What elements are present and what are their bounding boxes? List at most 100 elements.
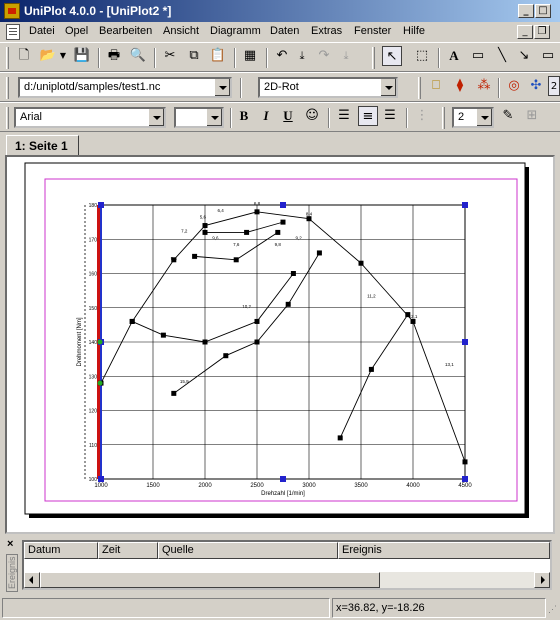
- arrow-tool-icon[interactable]: ↘: [514, 46, 534, 66]
- copy-icon[interactable]: ⧉: [184, 46, 204, 66]
- data-marker: [202, 229, 208, 235]
- redo-dropdown-icon[interactable]: ⤓: [336, 46, 356, 66]
- data-points-icon[interactable]: ⁂: [474, 76, 494, 96]
- menu-diagramm[interactable]: Diagramm: [210, 25, 261, 37]
- resize-handle[interactable]: [98, 476, 104, 482]
- mdi-minimize-button[interactable]: _: [517, 25, 533, 39]
- line-tool-icon[interactable]: ╲: [492, 46, 512, 66]
- page-number-button[interactable]: 2: [548, 76, 560, 96]
- file-path-combo[interactable]: d:/uniplotd/samples/test1.nc: [18, 77, 232, 98]
- column-header-ereignis[interactable]: Ereignis: [338, 542, 550, 559]
- font-size-combo[interactable]: [174, 107, 224, 128]
- x-tick-label: 2500: [250, 483, 264, 489]
- chevron-down-icon[interactable]: [214, 79, 230, 96]
- underline-button[interactable]: U: [278, 106, 298, 126]
- save-icon[interactable]: 💾: [72, 46, 92, 66]
- bullet-list-icon[interactable]: ⋮: [412, 106, 432, 126]
- undo-dropdown-icon[interactable]: ⤓: [292, 46, 312, 66]
- menu-hilfe[interactable]: Hilfe: [403, 25, 425, 37]
- column-header-datum[interactable]: Datum: [24, 542, 98, 559]
- menu-extras[interactable]: Extras: [311, 25, 342, 37]
- minimize-button[interactable]: _: [518, 4, 534, 18]
- print-icon[interactable]: 🖶: [104, 46, 124, 66]
- chevron-down-icon[interactable]: [476, 109, 492, 126]
- tab-seite-1[interactable]: 1: Seite 1: [6, 135, 79, 156]
- resize-handle[interactable]: [462, 202, 468, 208]
- toolbar-grip[interactable]: [442, 107, 445, 129]
- mdi-restore-button[interactable]: ❐: [534, 25, 550, 39]
- scroll-right-icon[interactable]: [534, 572, 550, 588]
- rectangle-tool-icon[interactable]: ▭: [538, 46, 558, 66]
- cursor-coordinates: x=36.82, y=-18.26: [332, 598, 546, 618]
- cut-icon[interactable]: ✂: [160, 46, 180, 66]
- rectangle-select-icon[interactable]: ⬚: [412, 46, 432, 66]
- plot-type-combo[interactable]: 2D-Rot: [258, 77, 398, 98]
- separator: [154, 48, 156, 68]
- menu-opel[interactable]: Opel: [65, 25, 88, 37]
- chevron-down-icon[interactable]: [206, 109, 222, 126]
- event-panel-label[interactable]: Ereignis: [6, 554, 18, 592]
- resize-handle[interactable]: [98, 202, 104, 208]
- column-header-quelle[interactable]: Quelle: [158, 542, 338, 559]
- document-area[interactable]: 1000 1500 2000 2500 3000 3500 4000 4500 100 110 12…: [5, 155, 555, 534]
- scroll-thumb[interactable]: [40, 572, 380, 588]
- print-preview-icon[interactable]: 🔍: [128, 46, 148, 66]
- menu-fenster[interactable]: Fenster: [354, 25, 391, 37]
- data-marker: [285, 301, 291, 307]
- maximize-button[interactable]: □: [535, 4, 551, 18]
- title-bar[interactable]: UniPlot 4.0.0 - [UniPlot2 *] _ □ ×: [0, 0, 560, 22]
- resize-handle[interactable]: [280, 202, 286, 208]
- calculator-icon[interactable]: ▦: [240, 46, 260, 66]
- menu-daten[interactable]: Daten: [270, 25, 299, 37]
- toolbar-grip[interactable]: [418, 77, 421, 99]
- line-width-combo[interactable]: 2: [452, 107, 494, 128]
- table-icon[interactable]: ⊞: [522, 106, 542, 126]
- italic-button[interactable]: I: [256, 106, 276, 126]
- redo-icon[interactable]: ↷: [314, 46, 334, 66]
- toolbar-grip[interactable]: [6, 47, 9, 69]
- open-dropdown-icon[interactable]: ▼: [58, 46, 68, 66]
- new-diagram-icon[interactable]: ⎕: [426, 76, 446, 96]
- chevron-down-icon[interactable]: [148, 109, 164, 126]
- zoom-icon[interactable]: ✣: [526, 76, 546, 96]
- toolbar-grip[interactable]: [6, 107, 9, 129]
- data-marker: [160, 332, 166, 338]
- close-icon[interactable]: ×: [7, 538, 13, 550]
- resize-grip-icon[interactable]: ⋰: [548, 604, 558, 616]
- chevron-down-icon[interactable]: [380, 79, 396, 96]
- menu-ansicht[interactable]: Ansicht: [163, 25, 199, 37]
- new-file-icon[interactable]: 🗋: [14, 46, 34, 66]
- event-list[interactable]: Datum Zeit Quelle Ereignis: [22, 540, 552, 590]
- document-icon[interactable]: [6, 24, 20, 40]
- x-tick-label: 3000: [302, 483, 316, 489]
- toolbar-grip[interactable]: [6, 77, 9, 99]
- undo-icon[interactable]: ↶: [272, 46, 292, 66]
- align-center-icon[interactable]: ≡: [358, 106, 378, 126]
- app-icon[interactable]: [4, 3, 20, 19]
- resize-handle[interactable]: [462, 476, 468, 482]
- paste-icon[interactable]: 📋: [208, 46, 228, 66]
- resize-handle[interactable]: [462, 339, 468, 345]
- horizontal-scrollbar[interactable]: [24, 572, 550, 588]
- bold-button[interactable]: B: [234, 106, 254, 126]
- text-tool-icon[interactable]: A: [444, 46, 464, 66]
- toolbar-grip[interactable]: [372, 47, 375, 69]
- column-header-zeit[interactable]: Zeit: [98, 542, 158, 559]
- align-right-icon[interactable]: ☰: [380, 106, 400, 126]
- resize-handle[interactable]: [280, 476, 286, 482]
- textbox-icon[interactable]: ▭: [468, 46, 488, 66]
- align-left-icon[interactable]: ☰: [334, 106, 354, 126]
- target-icon[interactable]: ◎: [504, 76, 524, 96]
- axis-green-handle[interactable]: [97, 380, 103, 386]
- font-style-icon[interactable]: ☺: [302, 106, 322, 126]
- diagram-canvas[interactable]: 1000 1500 2000 2500 3000 3500 4000 4500 100 110 12…: [7, 157, 553, 532]
- scroll-left-icon[interactable]: [24, 572, 40, 588]
- insert-data-icon[interactable]: ⧫: [450, 76, 470, 96]
- select-pointer-icon[interactable]: ↖: [382, 46, 402, 66]
- open-folder-icon[interactable]: 📂: [38, 46, 58, 66]
- axis-green-handle[interactable]: [97, 339, 103, 345]
- menu-datei[interactable]: Datei: [29, 25, 55, 37]
- menu-bearbeiten[interactable]: Bearbeiten: [99, 25, 152, 37]
- pen-color-icon[interactable]: ✎: [498, 106, 518, 126]
- font-combo[interactable]: Arial: [14, 107, 166, 128]
